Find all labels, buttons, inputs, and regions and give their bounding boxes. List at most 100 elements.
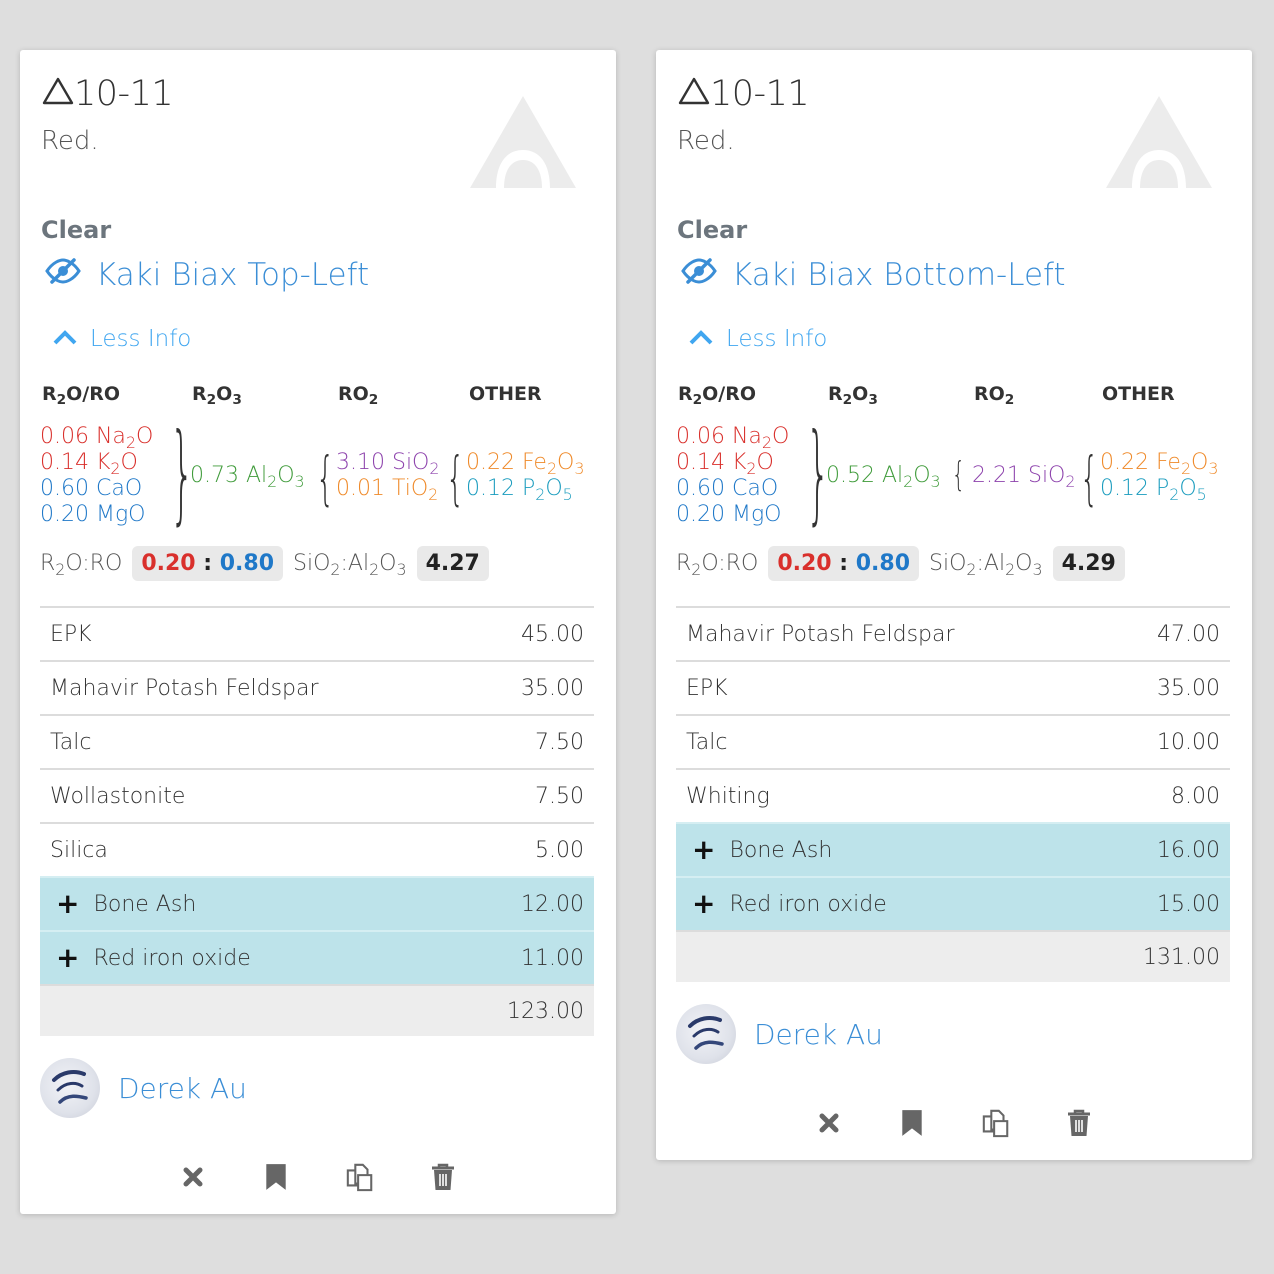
plus-icon: + <box>56 941 80 974</box>
recipe-name[interactable]: Kaki Biax Bottom-Left <box>732 257 1066 293</box>
umf-oxide: 0.06 Na2O <box>40 424 154 452</box>
total-row: 123.00 <box>40 984 594 1036</box>
material-name[interactable]: Bone Ash <box>93 892 196 917</box>
r2o-ro-ratio: 0.20 : 0.80 <box>768 545 920 581</box>
si-al-ratio: 4.27 <box>416 545 489 581</box>
trash-icon[interactable] <box>428 1162 458 1192</box>
copy-icon[interactable] <box>345 1162 375 1192</box>
material-amount: 10.00 <box>1157 729 1220 755</box>
avatar[interactable] <box>40 1058 100 1118</box>
umf-brace: { <box>316 444 335 512</box>
recipe-title-link[interactable]: Kaki Biax Bottom-Left <box>680 256 1066 294</box>
addition-row[interactable]: + Bone Ash 16.00 <box>676 822 1230 876</box>
umf-oxide: 0.20 MgO <box>40 502 146 527</box>
bookmark-icon[interactable] <box>261 1162 291 1192</box>
addition-row[interactable]: + Red iron oxide 15.00 <box>676 876 1230 930</box>
table-row[interactable]: EPK 45.00 <box>40 606 594 660</box>
trash-icon[interactable] <box>1064 1108 1094 1138</box>
material-name[interactable]: EPK <box>50 622 92 647</box>
umf-formula: 0.06 Na2O 0.14 K2O 0.60 CaO 0.20 MgO } 0… <box>40 420 610 534</box>
card-actions <box>178 1162 458 1192</box>
table-row[interactable]: Mahavir Potash Feldspar 35.00 <box>40 660 594 714</box>
material-amount: 11.00 <box>521 945 584 971</box>
author-name[interactable]: Derek Au <box>118 1072 247 1105</box>
ratio-row: R2O:RO 0.20 : 0.80 SiO2:Al2O3 4.27 <box>40 543 489 583</box>
table-row[interactable]: EPK 35.00 <box>676 660 1230 714</box>
table-row[interactable]: Mahavir Potash Feldspar 47.00 <box>676 606 1230 660</box>
less-info-label[interactable]: Less Info <box>90 326 191 352</box>
umf-oxide: 0.60 CaO <box>676 476 779 501</box>
si-al-label: SiO2:Al2O3 <box>293 550 407 579</box>
glazy-logo-icon <box>468 94 578 190</box>
addition-row[interactable]: + Red iron oxide 11.00 <box>40 930 594 984</box>
cone-title: 10-11 <box>42 74 174 114</box>
recipe-card: 10-11 Red. Clear Kaki Biax Top-Left Less… <box>20 50 616 1214</box>
material-amount: 16.00 <box>1157 837 1220 863</box>
umf-headers: R2O/RO R2O3 RO2 OTHER <box>678 383 1238 411</box>
umf-brace: { <box>952 455 965 495</box>
umf-headers: R2O/RO R2O3 RO2 OTHER <box>42 383 602 411</box>
copy-icon[interactable] <box>981 1108 1011 1138</box>
eye-slash-icon[interactable] <box>44 256 82 294</box>
chevron-up-icon[interactable] <box>52 326 78 352</box>
material-amount: 7.50 <box>535 783 584 809</box>
material-name[interactable]: Bone Ash <box>729 838 832 863</box>
recipe-table: Mahavir Potash Feldspar 47.00 EPK 35.00 Ta… <box>676 606 1230 982</box>
table-row[interactable]: Talc 7.50 <box>40 714 594 768</box>
less-info-label[interactable]: Less Info <box>726 326 827 352</box>
table-row[interactable]: Silica 5.00 <box>40 822 594 876</box>
recipe-name[interactable]: Kaki Biax Top-Left <box>96 257 369 293</box>
material-name[interactable]: Mahavir Potash Feldspar <box>50 676 319 701</box>
material-name[interactable]: Silica <box>50 838 108 863</box>
recipe-card: 10-11 Red. Clear Kaki Biax Bottom-Left L… <box>656 50 1252 1160</box>
author-name[interactable]: Derek Au <box>754 1018 883 1051</box>
plus-icon: + <box>692 833 716 866</box>
material-amount: 8.00 <box>1171 783 1220 809</box>
material-name[interactable]: EPK <box>686 676 728 701</box>
material-name[interactable]: Whiting <box>686 784 770 809</box>
material-name[interactable]: Mahavir Potash Feldspar <box>686 622 955 647</box>
close-icon[interactable] <box>814 1108 844 1138</box>
avatar[interactable] <box>676 1004 736 1064</box>
umf-header-r2o3: R2O3 <box>192 383 242 409</box>
umf-oxide: 0.20 MgO <box>676 502 782 527</box>
author-link[interactable]: Derek Au <box>40 1058 247 1118</box>
material-name[interactable]: Red iron oxide <box>93 946 250 971</box>
plus-icon: + <box>692 887 716 920</box>
ratio-row: R2O:RO 0.20 : 0.80 SiO2:Al2O3 4.29 <box>676 543 1125 583</box>
table-row[interactable]: Whiting 8.00 <box>676 768 1230 822</box>
umf-header-flux: R2O/RO <box>42 383 121 409</box>
flux-column: 0.06 Na2O 0.14 K2O 0.60 CaO 0.20 MgO <box>676 424 789 528</box>
material-name[interactable]: Wollastonite <box>50 784 185 809</box>
triangle-icon <box>42 74 74 114</box>
material-name[interactable]: Red iron oxide <box>729 892 886 917</box>
less-info-toggle[interactable]: Less Info <box>52 326 191 352</box>
less-info-toggle[interactable]: Less Info <box>688 326 827 352</box>
table-row[interactable]: Talc 10.00 <box>676 714 1230 768</box>
umf-oxide: 0.60 CaO <box>40 476 143 501</box>
material-name[interactable]: Talc <box>686 730 728 755</box>
umf-header-flux: R2O/RO <box>678 383 757 409</box>
umf-header-ro2: RO2 <box>974 383 1015 409</box>
recipe-total: 131.00 <box>1143 944 1220 970</box>
umf-oxide: 0.73 Al2O3 <box>190 463 305 491</box>
card-actions <box>814 1108 1094 1138</box>
plus-icon: + <box>56 887 80 920</box>
cone-title: 10-11 <box>678 74 810 114</box>
author-link[interactable]: Derek Au <box>676 1004 883 1064</box>
close-icon[interactable] <box>178 1162 208 1192</box>
eye-slash-icon[interactable] <box>680 256 718 294</box>
material-name[interactable]: Talc <box>50 730 92 755</box>
table-row[interactable]: Wollastonite 7.50 <box>40 768 594 822</box>
material-amount: 5.00 <box>535 837 584 863</box>
bookmark-icon[interactable] <box>897 1108 927 1138</box>
atmosphere-label: Red. <box>677 126 735 156</box>
material-amount: 47.00 <box>1157 621 1220 647</box>
total-row: 131.00 <box>676 930 1230 982</box>
addition-row[interactable]: + Bone Ash 12.00 <box>40 876 594 930</box>
recipe-title-link[interactable]: Kaki Biax Top-Left <box>44 256 369 294</box>
chevron-up-icon[interactable] <box>688 326 714 352</box>
recipe-total: 123.00 <box>507 998 584 1024</box>
surface-finish: Clear <box>41 216 112 244</box>
umf-header-ro2: RO2 <box>338 383 379 409</box>
